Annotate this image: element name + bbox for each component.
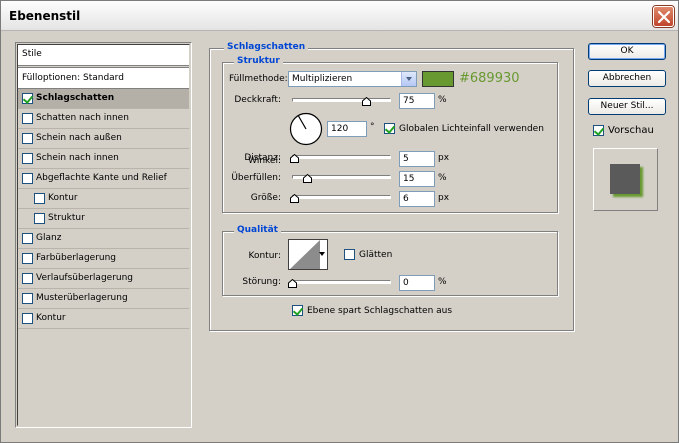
style-item-label: Kontur (36, 313, 66, 323)
global-light-checkbox[interactable] (384, 123, 395, 134)
style-list: Stile Fülloptionen: Standard Schlagschat… (15, 42, 192, 428)
contour-dropdown-icon[interactable] (319, 252, 325, 256)
noise-slider-thumb[interactable] (288, 279, 297, 288)
style-item-checkbox[interactable] (22, 273, 33, 284)
style-item-checkbox[interactable] (22, 133, 33, 144)
style-item[interactable]: Musterüberlagerung (18, 289, 189, 309)
color-hex-label: #689930 (459, 71, 520, 86)
antialias-label: Glätten (359, 250, 393, 260)
style-item-checkbox[interactable] (34, 213, 45, 224)
style-item[interactable]: Schatten nach innen (18, 109, 189, 129)
style-item-label: Schatten nach innen (36, 113, 129, 123)
size-slider-thumb[interactable] (289, 194, 299, 203)
window-title: Ebenenstil (9, 9, 81, 23)
style-item-label: Verlaufsüberlagerung (36, 273, 134, 283)
angle-unit: ° (370, 122, 375, 132)
spread-slider-thumb[interactable] (302, 174, 312, 183)
contour-picker[interactable] (288, 239, 328, 270)
contour-preview-icon (290, 240, 320, 269)
style-list-header[interactable]: Stile (18, 45, 189, 66)
style-item-checkbox[interactable] (34, 193, 45, 204)
style-item-checkbox[interactable] (22, 153, 33, 164)
angle-input[interactable]: 120 (327, 121, 367, 137)
preview-thumbnail (593, 148, 658, 211)
section-title: Schlagschatten (224, 42, 309, 52)
style-item-checkbox[interactable] (22, 173, 33, 184)
blend-mode-value: Multiplizieren (292, 74, 353, 84)
size-slider[interactable] (292, 195, 391, 199)
title-bar: Ebenenstil (1, 1, 678, 31)
antialias-checkbox[interactable] (344, 249, 355, 260)
size-input[interactable]: 6 (399, 191, 435, 207)
close-icon (658, 11, 670, 23)
knockout-checkbox[interactable] (292, 305, 303, 316)
distance-input[interactable]: 5 (399, 151, 435, 167)
preview-shadow-square (610, 164, 640, 194)
style-item-label: Kontur (48, 193, 78, 203)
chevron-down-icon (401, 72, 416, 86)
noise-unit: % (438, 277, 447, 287)
opacity-unit: % (438, 95, 447, 105)
style-item[interactable]: Glanz (18, 229, 189, 249)
opacity-slider-thumb[interactable] (362, 97, 372, 106)
style-item-checkbox[interactable] (22, 233, 33, 244)
angle-dial[interactable] (289, 112, 323, 146)
style-item-checkbox[interactable] (22, 113, 33, 124)
style-item[interactable]: Kontur (18, 309, 189, 329)
distance-label: Distanz: (244, 153, 281, 163)
contour-label: Kontur: (248, 251, 281, 261)
distance-unit: px (438, 153, 450, 163)
style-item[interactable]: Verlaufsüberlagerung (18, 269, 189, 289)
dialog-body: Stile Fülloptionen: Standard Schlagschat… (1, 32, 678, 442)
style-item[interactable]: Schein nach außen (18, 129, 189, 149)
blend-mode-label: Füllmethode: (229, 74, 288, 84)
style-item[interactable]: Schein nach innen (18, 149, 189, 169)
layer-style-dialog: Ebenenstil Stile Fülloptionen: Standard … (0, 0, 679, 443)
style-item-checkbox[interactable] (22, 253, 33, 264)
style-item[interactable]: Abgeflachte Kante und Relief (18, 169, 189, 189)
style-item-label: Farbüberlagerung (36, 253, 117, 263)
opacity-slider[interactable] (292, 98, 391, 102)
style-item-label: Glanz (36, 233, 62, 243)
shadow-color-swatch[interactable] (422, 71, 454, 87)
opacity-input[interactable]: 75 (399, 93, 435, 109)
style-item-checkbox[interactable] (22, 313, 33, 324)
style-item-label: Abgeflachte Kante und Relief (36, 173, 167, 183)
new-style-button[interactable]: Neuer Stil... (588, 98, 666, 115)
distance-slider[interactable] (292, 155, 391, 159)
cancel-button[interactable]: Abbrechen (588, 70, 666, 87)
preview-label: Vorschau (608, 125, 654, 136)
spread-input[interactable]: 15 (399, 171, 435, 187)
style-item[interactable]: Farbüberlagerung (18, 249, 189, 269)
style-item[interactable]: Schlagschatten (18, 89, 189, 109)
style-item-label: Schein nach außen (36, 133, 122, 143)
style-item[interactable]: Kontur (18, 189, 189, 209)
size-unit: px (438, 193, 450, 203)
style-item-label: Schlagschatten (36, 93, 115, 103)
close-button[interactable] (653, 6, 674, 27)
noise-input[interactable]: 0 (399, 275, 435, 291)
style-item-label: Schein nach innen (36, 153, 119, 163)
preview-checkbox[interactable] (593, 125, 604, 136)
style-items: Schlagschatten Schatten nach innen Schein … (18, 89, 189, 329)
knockout-label: Ebene spart Schlagschatten aus (307, 306, 453, 316)
distance-slider-thumb[interactable] (289, 154, 299, 163)
structure-title: Struktur (234, 56, 283, 66)
global-light-label: Globalen Lichteinfall verwenden (399, 124, 544, 134)
noise-label: Störung: (242, 277, 281, 287)
style-item-label: Musterüberlagerung (36, 293, 128, 303)
fill-options-item[interactable]: Fülloptionen: Standard (18, 67, 189, 89)
size-label: Größe: (250, 193, 281, 203)
spread-unit: % (438, 173, 447, 183)
style-item-label: Struktur (48, 213, 85, 223)
ok-button[interactable]: OK (588, 43, 666, 60)
blend-mode-select[interactable]: Multiplizieren (288, 71, 417, 87)
noise-slider[interactable] (292, 280, 391, 284)
style-item[interactable]: Struktur (18, 209, 189, 229)
style-item-checkbox[interactable] (22, 293, 33, 304)
quality-title: Qualität (234, 225, 281, 235)
spread-label: Überfüllen: (231, 173, 281, 183)
style-item-checkbox[interactable] (22, 93, 33, 104)
opacity-label: Deckkraft: (234, 95, 281, 105)
